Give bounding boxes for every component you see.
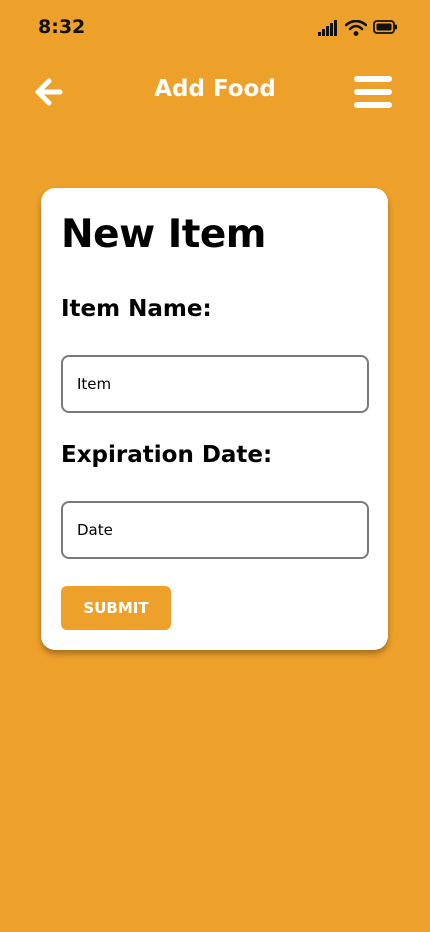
item-name-input[interactable]	[61, 355, 369, 413]
hamburger-menu-icon	[354, 76, 392, 108]
submit-button[interactable]: SUBMIT	[61, 586, 171, 630]
expiration-date-label: Expiration Date:	[61, 442, 273, 468]
expiration-date-input[interactable]	[61, 501, 369, 559]
cellular-signal-icon	[318, 20, 337, 36]
card-title: New Item	[61, 212, 266, 257]
item-name-label: Item Name:	[61, 296, 212, 322]
top-app-bar: Add Food	[0, 60, 430, 124]
status-time: 8:32	[38, 16, 86, 38]
battery-icon	[373, 20, 397, 34]
status-bar: 8:32	[0, 0, 430, 56]
wifi-icon	[345, 20, 367, 36]
menu-button[interactable]	[352, 74, 394, 110]
status-icons	[318, 20, 398, 38]
new-item-card: New Item Item Name: Expiration Date: SUB…	[41, 188, 388, 650]
